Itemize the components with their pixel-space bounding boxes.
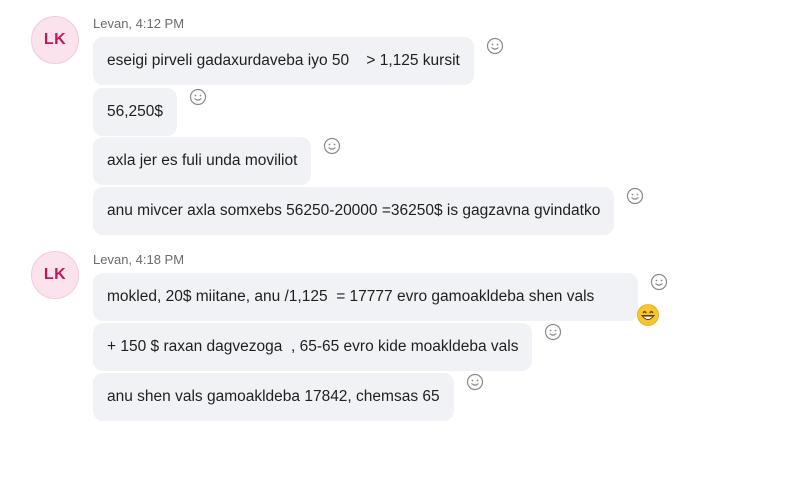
message[interactable]: mokled, 20$ miitane, anu /1,125 = 17777 … [93, 273, 668, 326]
message-bubble[interactable]: 56,250$ [93, 88, 178, 136]
message-bubble[interactable]: eseigi pirveli gadaxurdaveba iyo 50 > 1,… [93, 37, 474, 85]
message-text: mokled, 20$ miitane, anu /1,125 = 17777 … [107, 288, 595, 305]
smiley-reaction-icon[interactable] [650, 273, 668, 291]
message-bubble[interactable]: anu mivcer axla somxebs 56250-20000 =362… [93, 187, 615, 235]
avatar-initials: LK [43, 31, 67, 48]
message-text: axla jer es fuli unda moviliot [107, 152, 298, 169]
message-text: + 150 $ raxan dagvezoga , 65-65 evro kid… [107, 338, 519, 355]
smiley-reaction-icon[interactable] [626, 187, 644, 205]
sender-timestamp: Levan, 4:18 PM [93, 252, 185, 267]
smiley-reaction-icon[interactable] [323, 137, 341, 155]
message[interactable]: axla jer es fuli unda moviliot [93, 137, 341, 185]
message-bubble[interactable]: anu shen vals gamoakldeba 17842, chemsas… [93, 373, 454, 421]
message[interactable]: eseigi pirveli gadaxurdaveba iyo 50 > 1,… [93, 37, 504, 85]
avatar[interactable]: LK [31, 16, 79, 64]
smiley-reaction-icon[interactable] [189, 88, 207, 106]
message[interactable]: 56,250$ [93, 88, 207, 136]
message[interactable]: + 150 $ raxan dagvezoga , 65-65 evro kid… [93, 323, 562, 371]
message[interactable]: anu shen vals gamoakldeba 17842, chemsas… [93, 373, 484, 421]
message-bubble[interactable]: axla jer es fuli unda moviliot [93, 137, 312, 185]
avatar-initials: LK [43, 266, 67, 283]
grinning-face-emoji [602, 286, 659, 326]
message-text: 56,250$ [107, 103, 164, 120]
message-bubble[interactable]: mokled, 20$ miitane, anu /1,125 = 17777 … [93, 273, 659, 326]
message-text: anu mivcer axla somxebs 56250-20000 =362… [107, 202, 601, 219]
message-bubble[interactable]: + 150 $ raxan dagvezoga , 65-65 evro kid… [93, 323, 533, 371]
smiley-reaction-icon[interactable] [466, 373, 484, 391]
message[interactable]: anu mivcer axla somxebs 56250-20000 =362… [93, 187, 644, 235]
message-text: anu shen vals gamoakldeba 17842, chemsas… [107, 388, 440, 405]
message-text: eseigi pirveli gadaxurdaveba iyo 50 > 1,… [107, 52, 460, 69]
sender-timestamp: Levan, 4:12 PM [93, 16, 185, 31]
avatar[interactable]: LK [31, 251, 79, 299]
smiley-reaction-icon[interactable] [486, 37, 504, 55]
smiley-reaction-icon[interactable] [544, 323, 562, 341]
